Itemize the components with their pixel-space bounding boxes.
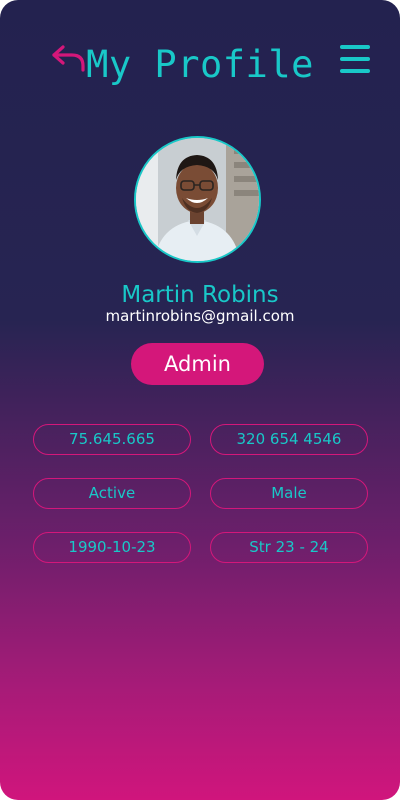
status-field: Active [33, 478, 191, 509]
hamburger-menu-icon [340, 45, 370, 49]
address-field: Str 23 - 24 [210, 532, 368, 563]
user-email: martinrobins@gmail.com [105, 307, 295, 325]
role-badge: Admin [131, 343, 264, 385]
hamburger-line [340, 57, 370, 61]
gender-field: Male [210, 478, 368, 509]
phone-field: 320 654 4546 [210, 424, 368, 455]
profile-screen: My Profile Martin Robins martinrobins@gm… [0, 0, 400, 800]
profile-photo [136, 138, 259, 261]
hamburger-line [340, 69, 370, 73]
birthdate-field: 1990-10-23 [33, 532, 191, 563]
menu-button[interactable] [340, 44, 370, 74]
avatar [134, 136, 261, 263]
id-number-field: 75.645.665 [33, 424, 191, 455]
